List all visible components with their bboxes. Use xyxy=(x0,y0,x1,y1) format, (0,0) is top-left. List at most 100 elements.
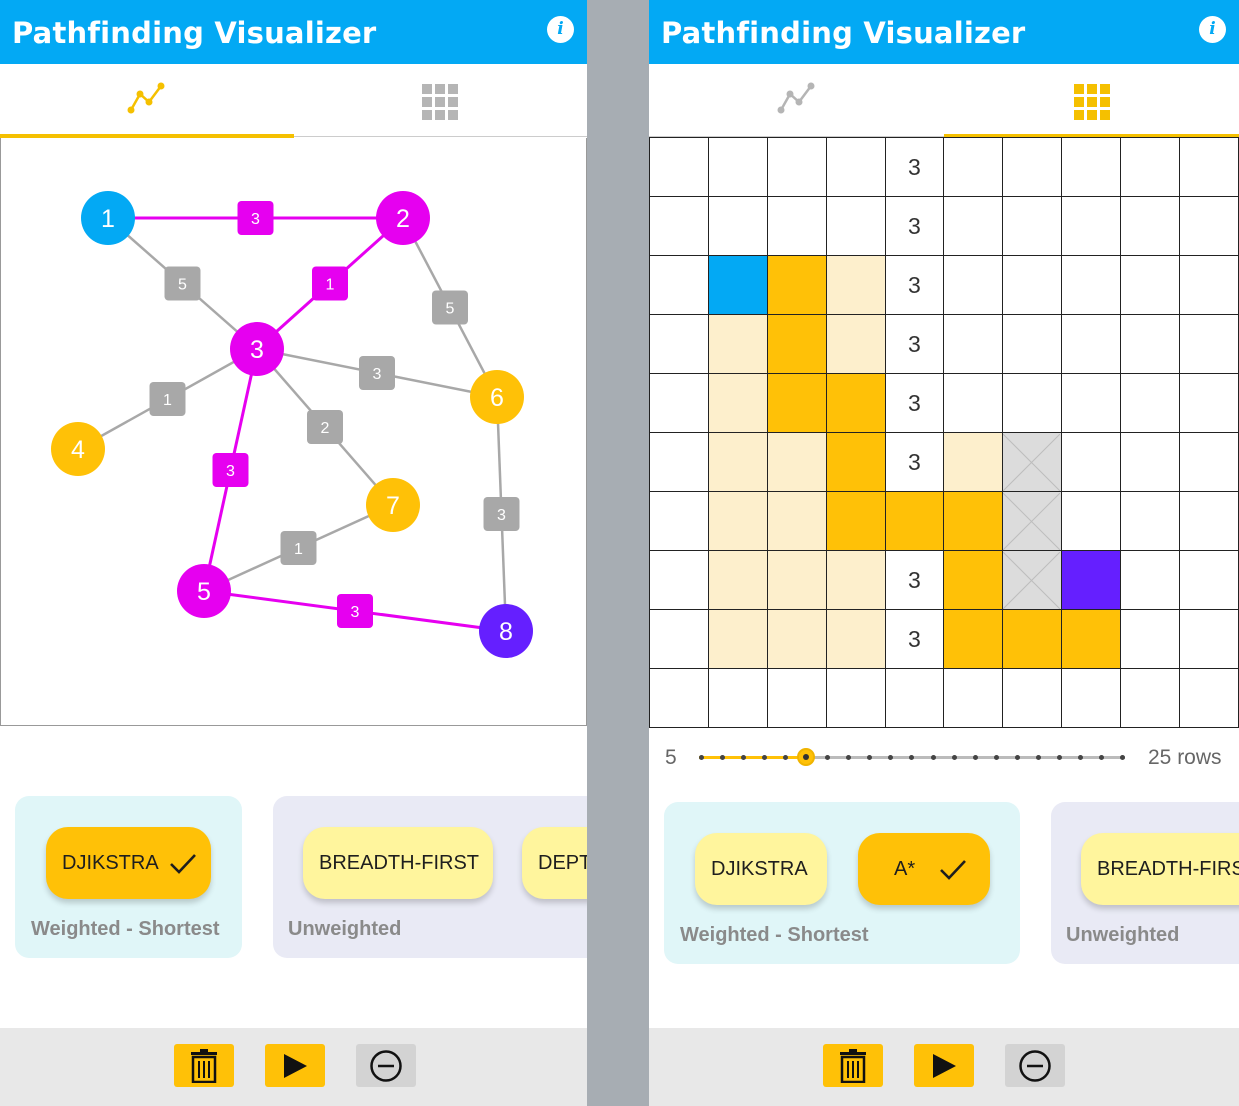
grid-cell[interactable] xyxy=(766,609,827,669)
grid-cell[interactable] xyxy=(884,491,945,551)
graph-node[interactable]: 2 xyxy=(376,191,430,245)
grid-cell[interactable] xyxy=(825,609,886,669)
grid-cell[interactable] xyxy=(1002,255,1063,315)
grid-cell[interactable] xyxy=(1120,668,1181,728)
grid-cell[interactable] xyxy=(1179,255,1239,315)
grid-cell[interactable] xyxy=(943,550,1004,610)
grid-cell[interactable] xyxy=(884,668,945,728)
grid-cell[interactable] xyxy=(1120,196,1181,256)
grid-cell[interactable] xyxy=(1002,314,1063,374)
grid-cell[interactable] xyxy=(766,432,827,492)
grid-cell[interactable] xyxy=(1061,668,1122,728)
graph-node[interactable]: 6 xyxy=(470,370,524,424)
grid-cell[interactable] xyxy=(707,668,768,728)
grid-cell[interactable] xyxy=(943,196,1004,256)
grid-cell[interactable] xyxy=(649,196,709,256)
grid-cell[interactable] xyxy=(825,491,886,551)
edge-weight-badge[interactable]: 5 xyxy=(432,290,468,325)
grid-cell[interactable] xyxy=(649,137,709,197)
edge-weight-badge[interactable]: 1 xyxy=(149,382,186,416)
grid-cell[interactable] xyxy=(766,550,827,610)
grid-cell[interactable] xyxy=(1179,373,1239,433)
grid-cell[interactable] xyxy=(649,314,709,374)
graph-node[interactable]: 1 xyxy=(81,191,135,245)
algo-chip-djikstra[interactable]: DJIKSTRA xyxy=(46,827,211,899)
grid-cell[interactable] xyxy=(707,314,768,374)
grid-cell[interactable] xyxy=(766,314,827,374)
grid-cell[interactable] xyxy=(649,373,709,433)
grid-cell[interactable] xyxy=(1002,550,1063,610)
grid-cell[interactable] xyxy=(766,668,827,728)
play-button[interactable] xyxy=(265,1044,325,1087)
graph-canvas[interactable]: 3 5 1 5 3 1 2 3 1 3 3 1 2 3 4 5 6 7 8 xyxy=(0,138,587,726)
grid-cell[interactable] xyxy=(1179,432,1239,492)
edge-weight-badge[interactable]: 1 xyxy=(312,266,348,301)
edge-weight-badge[interactable]: 3 xyxy=(359,356,395,390)
grid-cell[interactable] xyxy=(1061,314,1122,374)
grid-cell[interactable]: 3 xyxy=(884,550,945,610)
grid-cell[interactable]: 3 xyxy=(884,137,945,197)
grid-cell[interactable] xyxy=(943,491,1004,551)
grid-cell[interactable] xyxy=(1179,137,1239,197)
grid-board[interactable]: 33333333 xyxy=(649,137,1239,728)
grid-cell[interactable] xyxy=(1179,196,1239,256)
algo-chip-depth-first[interactable]: DEPTH-FIRST xyxy=(522,827,587,899)
grid-cell[interactable] xyxy=(1061,609,1122,669)
grid-cell[interactable] xyxy=(707,255,768,315)
grid-cell[interactable] xyxy=(825,137,886,197)
grid-cell[interactable] xyxy=(1002,609,1063,669)
grid-cell[interactable] xyxy=(825,373,886,433)
grid-cell[interactable] xyxy=(707,491,768,551)
grid-cell[interactable] xyxy=(1061,550,1122,610)
grid-cell[interactable] xyxy=(649,255,709,315)
grid-cell[interactable] xyxy=(707,550,768,610)
grid-cell[interactable] xyxy=(649,550,709,610)
grid-cell[interactable] xyxy=(825,196,886,256)
edge-weight-badge[interactable]: 2 xyxy=(307,410,343,444)
remove-button[interactable] xyxy=(1005,1044,1065,1087)
grid-cell[interactable] xyxy=(943,255,1004,315)
slider-thumb[interactable] xyxy=(796,748,815,766)
grid-cell[interactable] xyxy=(1120,137,1181,197)
row-count-slider[interactable]: 5 25 rows xyxy=(649,738,1239,778)
grid-cell[interactable] xyxy=(766,196,827,256)
grid-cell[interactable] xyxy=(943,137,1004,197)
grid-cell[interactable] xyxy=(825,550,886,610)
grid-cell[interactable]: 3 xyxy=(884,314,945,374)
info-icon[interactable]: i xyxy=(547,16,574,43)
edge-weight-badge[interactable]: 3 xyxy=(212,453,249,487)
grid-cell[interactable] xyxy=(649,491,709,551)
grid-cell[interactable] xyxy=(1179,550,1239,610)
grid-cell[interactable] xyxy=(1002,432,1063,492)
grid-cell[interactable] xyxy=(1120,373,1181,433)
graph-diagram[interactable]: 3 5 1 5 3 1 2 3 1 3 3 1 2 3 4 5 6 7 8 xyxy=(1,138,586,725)
tab-grid[interactable] xyxy=(944,64,1239,138)
grid-cell[interactable] xyxy=(1002,491,1063,551)
edge-weight-badge[interactable]: 1 xyxy=(280,531,317,565)
info-icon[interactable]: i xyxy=(1199,16,1226,43)
grid-cell[interactable] xyxy=(1002,668,1063,728)
grid-cell[interactable] xyxy=(943,609,1004,669)
grid-cell[interactable] xyxy=(1061,373,1122,433)
grid-cell[interactable] xyxy=(1002,137,1063,197)
grid-cell[interactable] xyxy=(649,609,709,669)
graph-node[interactable]: 4 xyxy=(51,422,105,476)
algo-chip-breadth-first[interactable]: BREADTH-FIRST xyxy=(303,827,493,899)
grid-cell[interactable]: 3 xyxy=(884,196,945,256)
clear-button[interactable] xyxy=(823,1044,883,1087)
edge-weight-badge[interactable]: 5 xyxy=(164,266,201,301)
algo-chip-breadth-first[interactable]: BREADTH-FIRST xyxy=(1081,833,1239,905)
grid-cell[interactable] xyxy=(1179,609,1239,669)
grid-cell[interactable] xyxy=(943,668,1004,728)
algo-chip-a-star[interactable]: A* xyxy=(858,833,990,905)
grid-cell[interactable] xyxy=(943,314,1004,374)
grid-cell[interactable] xyxy=(649,668,709,728)
grid-cell[interactable] xyxy=(1120,491,1181,551)
grid-cell[interactable] xyxy=(1120,314,1181,374)
grid-cell[interactable] xyxy=(1002,373,1063,433)
grid-cell[interactable] xyxy=(1002,196,1063,256)
edge-weight-badge[interactable]: 3 xyxy=(337,594,373,628)
grid-cell[interactable] xyxy=(825,668,886,728)
grid-cell[interactable] xyxy=(1179,668,1239,728)
grid-cell[interactable] xyxy=(649,432,709,492)
